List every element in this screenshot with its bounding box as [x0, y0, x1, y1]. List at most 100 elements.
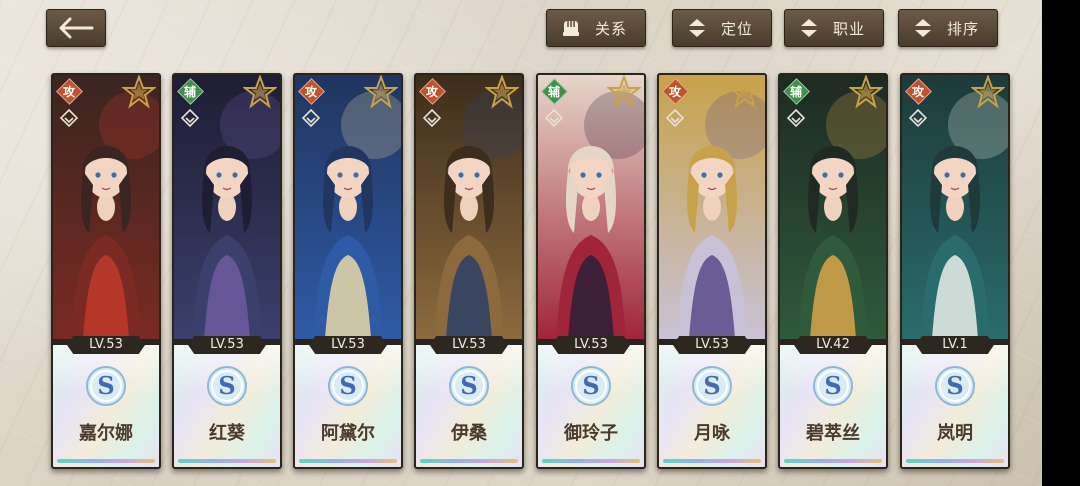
- rank-s-icon: S: [449, 366, 489, 406]
- card-info-panel: S 御玲子: [538, 345, 644, 467]
- star-icon: [122, 75, 156, 109]
- role-badge: 攻: [904, 77, 932, 105]
- card-info-panel: S 阿黛尔: [295, 345, 401, 467]
- card-info-panel: S 嘉尔娜: [53, 345, 159, 467]
- role-text: 攻: [62, 84, 75, 99]
- skill-type-icon: [909, 109, 927, 127]
- rank-letter: S: [339, 371, 356, 400]
- card-info-panel: S 月咏: [659, 345, 765, 467]
- skill-type-icon: [423, 109, 441, 127]
- star-icon: [971, 75, 1005, 109]
- back-button[interactable]: [46, 9, 106, 47]
- rank-letter: S: [703, 371, 720, 400]
- card-bottom-bar: [57, 459, 155, 463]
- card-bottom-bar: [299, 459, 397, 463]
- card-info-panel: S 伊桑: [416, 345, 522, 467]
- level-label: LV.53: [430, 336, 508, 354]
- level-label: LV.1: [916, 336, 994, 354]
- character-name: 红葵: [209, 423, 245, 444]
- sort-button[interactable]: 排序: [898, 9, 998, 47]
- level-label: LV.53: [309, 336, 387, 354]
- skill-type-icon: [302, 109, 320, 127]
- back-arrow-icon: [59, 17, 94, 39]
- skill-type-icon: [666, 109, 684, 127]
- class-filter-button[interactable]: 职业: [784, 9, 884, 47]
- character-card[interactable]: 攻 S 岚明 LV.1: [900, 73, 1010, 469]
- background: 关系 定位 职业 排序 攻 S 嘉尔娜 LV.53 辅 S 红葵 LV.53 攻…: [0, 0, 1042, 486]
- character-card[interactable]: 辅 S 碧萃丝 LV.42: [778, 73, 888, 469]
- sort-label: 排序: [947, 19, 980, 38]
- star-icon: [849, 75, 883, 109]
- rank-s-icon: S: [328, 366, 368, 406]
- role-badge: 攻: [418, 77, 446, 105]
- sort-arrows-icon: [795, 14, 823, 42]
- card-bottom-bar: [663, 459, 761, 463]
- role-badge: 攻: [297, 77, 325, 105]
- role-badge: 辅: [540, 77, 568, 105]
- character-name: 御玲子: [564, 423, 618, 444]
- role-text: 攻: [304, 84, 317, 99]
- rank-s-icon: S: [86, 366, 126, 406]
- character-card[interactable]: 辅 S 御玲子 LV.53: [536, 73, 646, 469]
- skill-type-icon: [60, 109, 78, 127]
- card-bottom-bar: [420, 459, 518, 463]
- level-label: LV.53: [67, 336, 145, 354]
- star-icon: [607, 75, 641, 109]
- character-name: 阿黛尔: [321, 423, 375, 444]
- relation-label: 关系: [595, 19, 628, 38]
- star-icon: [243, 75, 277, 109]
- card-info-panel: S 碧萃丝: [780, 345, 886, 467]
- card-bottom-bar: [178, 459, 276, 463]
- role-badge: 攻: [55, 77, 83, 105]
- relation-button[interactable]: 关系: [546, 9, 646, 47]
- card-bottom-bar: [542, 459, 640, 463]
- level-label: LV.53: [673, 336, 751, 354]
- role-text: 攻: [425, 84, 438, 99]
- star-icon: [485, 75, 519, 109]
- level-label: LV.53: [188, 336, 266, 354]
- role-text: 辅: [789, 84, 802, 99]
- character-card[interactable]: 辅 S 红葵 LV.53: [172, 73, 282, 469]
- rank-s-icon: S: [571, 366, 611, 406]
- rank-letter: S: [460, 371, 477, 400]
- role-text: 辅: [183, 84, 196, 99]
- rank-letter: S: [582, 371, 599, 400]
- rank-letter: S: [946, 371, 963, 400]
- character-card[interactable]: 攻 S 嘉尔娜 LV.53: [51, 73, 161, 469]
- card-info-panel: S 红葵: [174, 345, 280, 467]
- level-label: LV.42: [794, 336, 872, 354]
- role-badge: 攻: [661, 77, 689, 105]
- star-icon: [728, 75, 762, 109]
- character-card[interactable]: 攻 S 伊桑 LV.53: [414, 73, 524, 469]
- rank-s-icon: S: [207, 366, 247, 406]
- rank-letter: S: [97, 371, 114, 400]
- rank-s-icon: S: [935, 366, 975, 406]
- screen-edge: [1042, 0, 1080, 486]
- level-label: LV.53: [552, 336, 630, 354]
- skill-type-icon: [545, 109, 563, 127]
- rank-letter: S: [824, 371, 841, 400]
- skill-type-icon: [787, 109, 805, 127]
- class-label: 职业: [833, 19, 866, 38]
- fist-icon: [557, 14, 585, 42]
- character-name: 月咏: [694, 423, 730, 444]
- role-badge: 辅: [176, 77, 204, 105]
- rank-s-icon: S: [813, 366, 853, 406]
- skill-type-icon: [181, 109, 199, 127]
- role-text: 攻: [911, 84, 924, 99]
- character-name: 碧萃丝: [806, 423, 860, 444]
- character-name: 伊桑: [451, 423, 487, 444]
- character-name: 岚明: [937, 423, 973, 444]
- position-filter-button[interactable]: 定位: [672, 9, 772, 47]
- sort-arrows-icon: [909, 14, 937, 42]
- card-bottom-bar: [784, 459, 882, 463]
- rank-letter: S: [218, 371, 235, 400]
- card-info-panel: S 岚明: [902, 345, 1008, 467]
- character-card[interactable]: 攻 S 月咏 LV.53: [657, 73, 767, 469]
- role-text: 辅: [547, 84, 560, 99]
- character-name: 嘉尔娜: [79, 423, 133, 444]
- character-card[interactable]: 攻 S 阿黛尔 LV.53: [293, 73, 403, 469]
- role-text: 攻: [668, 84, 681, 99]
- rank-s-icon: S: [692, 366, 732, 406]
- star-icon: [364, 75, 398, 109]
